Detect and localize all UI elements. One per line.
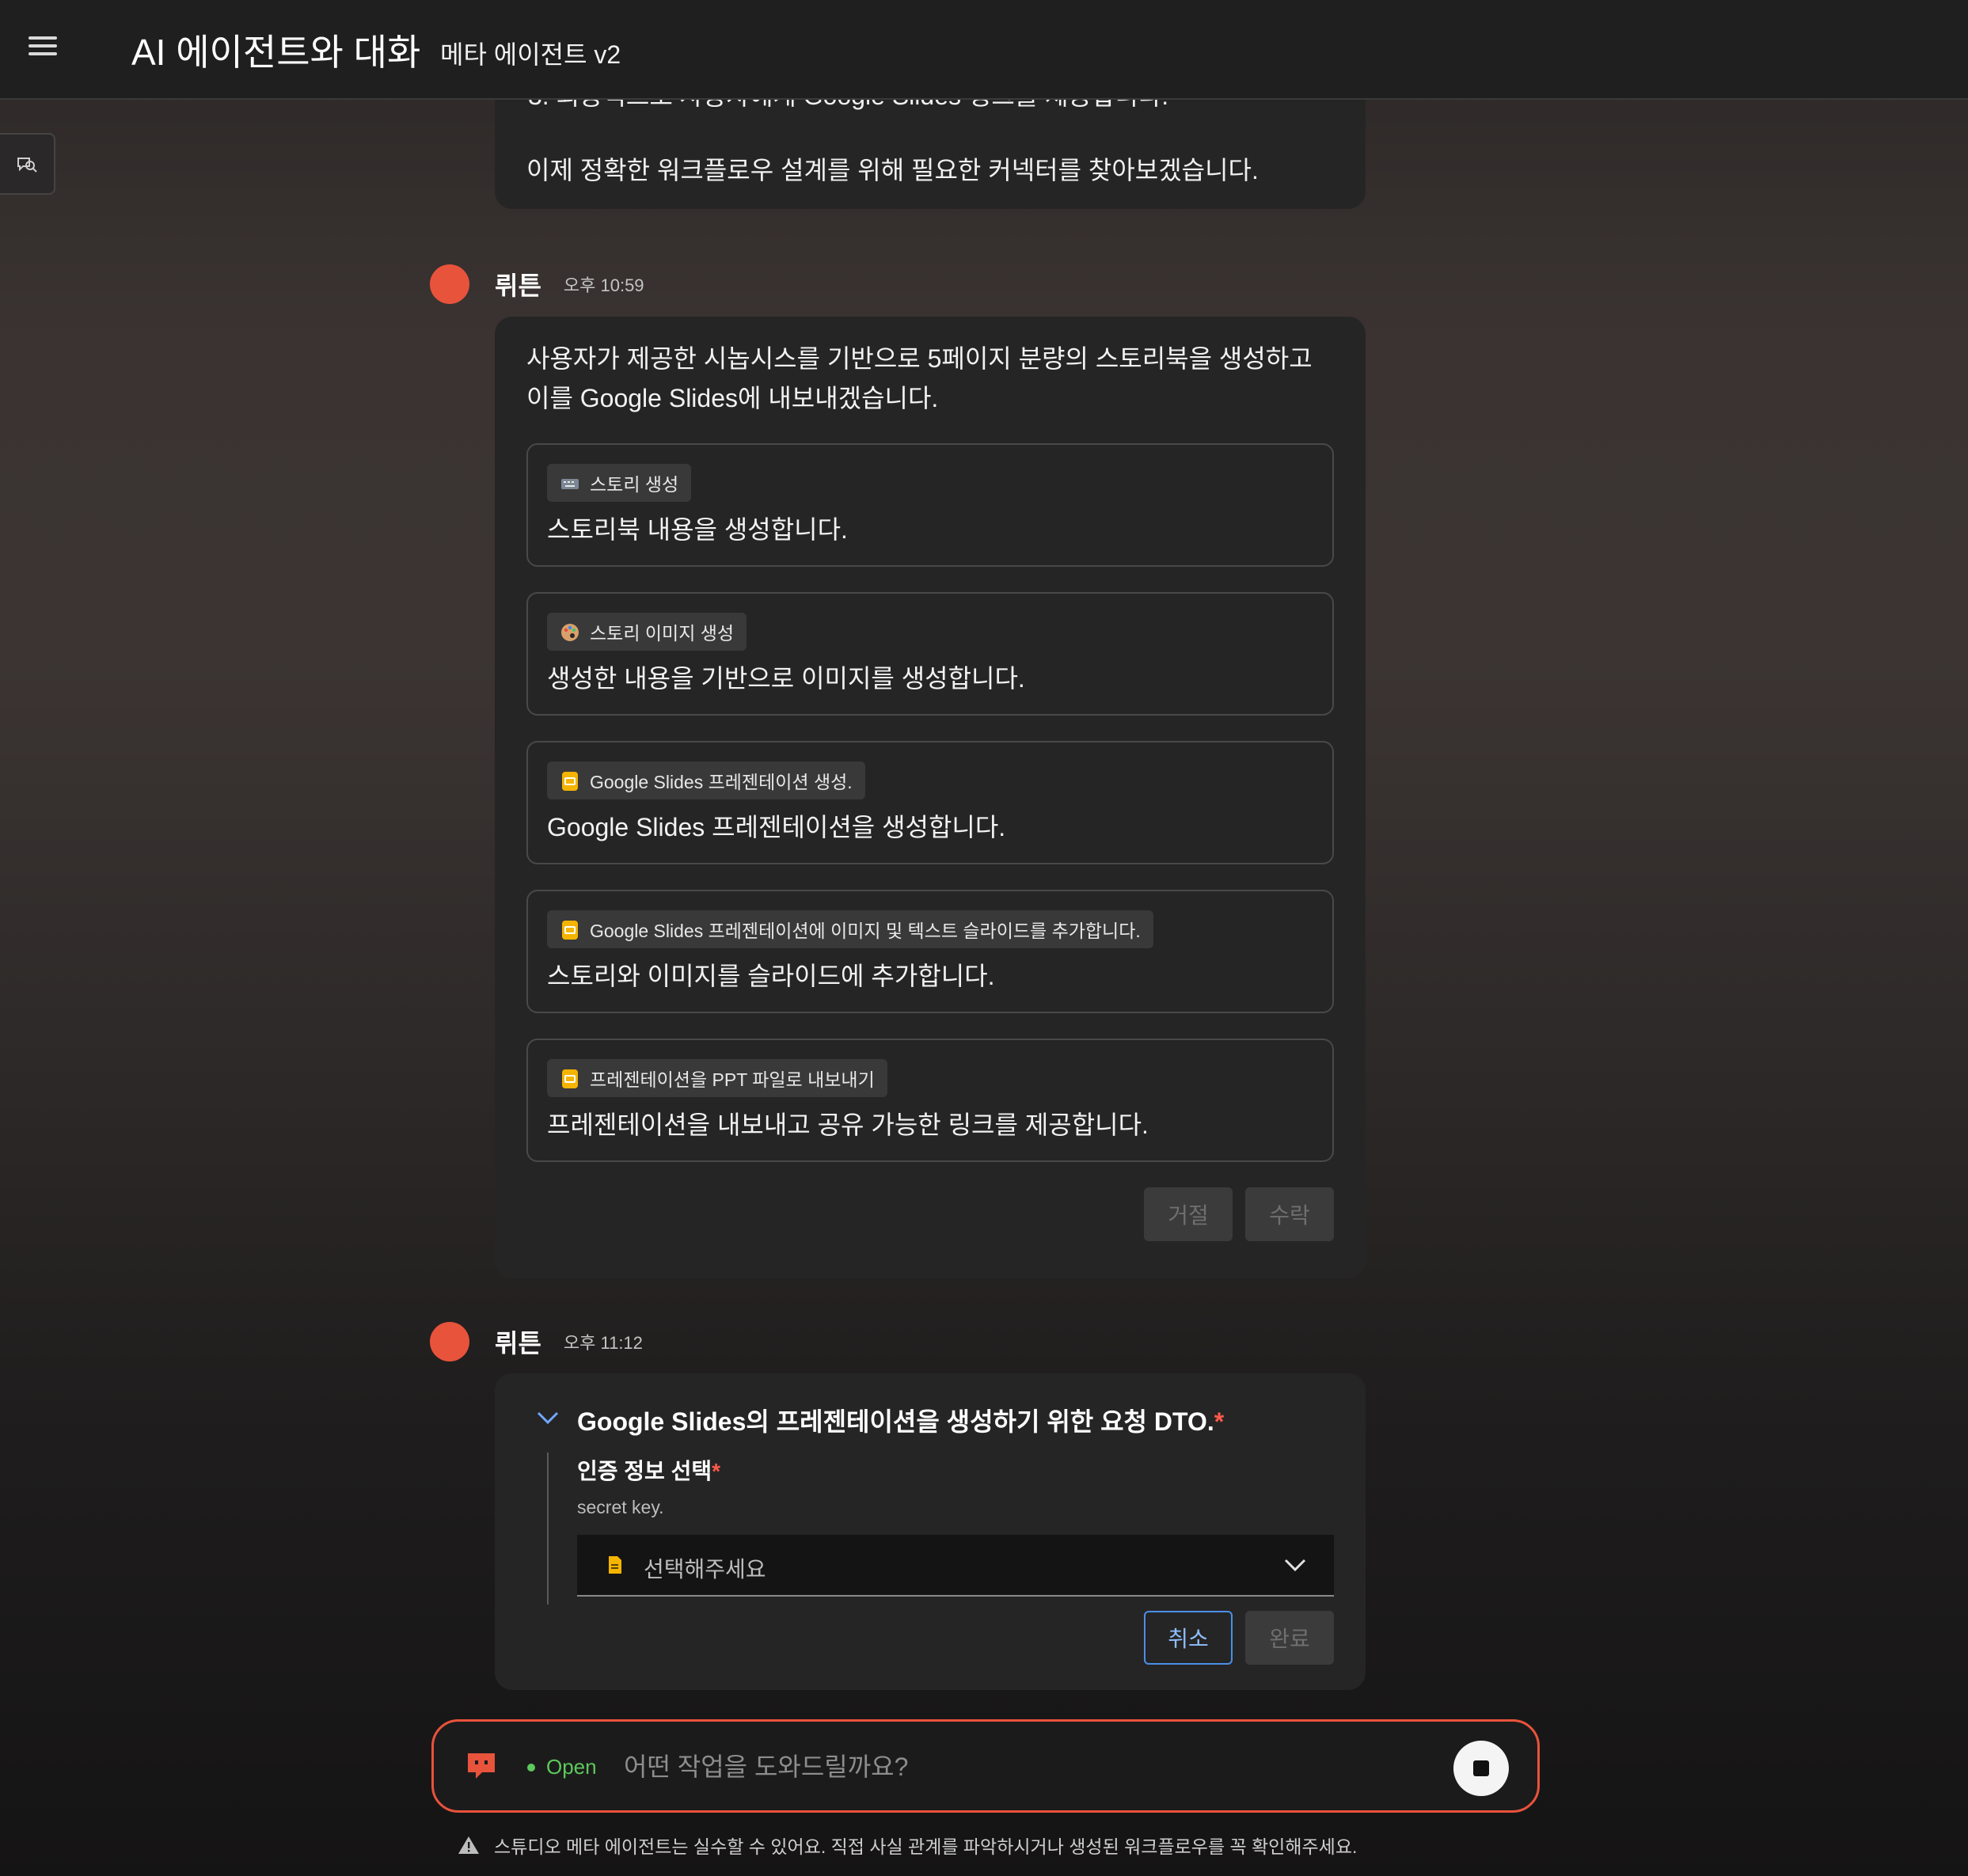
timestamp: 오후 11:12 (563, 1333, 643, 1353)
step-description: 생성한 내용을 기반으로 이미지를 생성합니다. (547, 664, 1025, 693)
chevron-down-icon[interactable] (536, 1410, 560, 1426)
step-tag: Google Slides 프레젠테이션에 이미지 및 텍스트 슬라이드를 추가… (547, 910, 1153, 948)
chevron-down-icon (1284, 1559, 1306, 1572)
warning-icon (458, 1836, 479, 1854)
select-placeholder: 선택해주세요 (644, 1557, 766, 1582)
google-slides-icon (562, 772, 578, 791)
new-chat-button[interactable] (0, 133, 55, 195)
page-title: AI 에이전트와 대화 (131, 32, 421, 73)
sender-name: 뤼튼 (495, 272, 541, 300)
status-badge: Open (527, 1755, 597, 1779)
previous-message-bubble: 3. 최종적으로 사용자에게 Google Slides 링크를 제공합니다. … (495, 87, 1366, 209)
hamburger-menu-icon[interactable] (24, 32, 62, 68)
message-header: 뤼튼 오후 11:12 (430, 1322, 643, 1361)
field-hint: secret key. (577, 1497, 664, 1517)
message-header: 뤼튼 오후 10:59 (430, 264, 644, 304)
chat-input-bar: Open (431, 1719, 1540, 1813)
section-divider (547, 1453, 549, 1604)
step-tag-label: 스토리 생성 (590, 474, 679, 495)
required-mark: * (712, 1459, 721, 1483)
field-label: 인증 정보 선택* (577, 1459, 721, 1483)
cancel-button[interactable]: 취소 (1144, 1611, 1233, 1665)
chat-search-icon (17, 158, 37, 173)
step-description: Google Slides 프레젠테이션을 생성합니다. (547, 813, 1006, 841)
step-tag: 스토리 생성 (547, 464, 692, 502)
document-icon (609, 1556, 621, 1574)
form-actions: 취소 완료 (1144, 1611, 1334, 1665)
stop-button[interactable] (1453, 1741, 1509, 1796)
message-text: 이제 정확한 워크플로우 설계를 위해 필요한 커넥터를 찾아보겠습니다. (526, 156, 1259, 184)
done-button[interactable]: 완료 (1245, 1611, 1334, 1665)
workflow-plan-bubble: 사용자가 제공한 시놉시스를 기반으로 5페이지 분량의 스토리북을 생성하고 … (495, 317, 1366, 1278)
workflow-step: 스토리 이미지 생성 생성한 내용을 기반으로 이미지를 생성합니다. (526, 592, 1334, 716)
step-tag: Google Slides 프레젠테이션 생성. (547, 761, 865, 799)
palette-icon (561, 624, 579, 641)
step-tag-label: Google Slides 프레젠테이션에 이미지 및 텍스트 슬라이드를 추가… (590, 921, 1141, 941)
step-tag: 스토리 이미지 생성 (547, 613, 747, 651)
google-slides-icon (562, 1069, 578, 1088)
reject-button[interactable]: 거절 (1144, 1187, 1233, 1241)
plan-intro-text: 사용자가 제공한 시놉시스를 기반으로 5페이지 분량의 스토리북을 생성하고 … (526, 344, 1313, 412)
plan-actions: 거절 수락 (1144, 1187, 1334, 1241)
top-bar: AI 에이전트와 대화 메타 에이전트 v2 (0, 0, 1968, 100)
step-tag-label: Google Slides 프레젠테이션 생성. (590, 772, 853, 792)
agent-version-label: 메타 에이전트 v2 (440, 40, 621, 69)
chat-input[interactable] (624, 1745, 1415, 1788)
credential-select[interactable]: 선택해주세요 (577, 1535, 1334, 1597)
sender-name: 뤼튼 (495, 1329, 541, 1358)
keyboard-icon (561, 479, 579, 489)
chat-bubble-icon (468, 1753, 495, 1779)
dto-form-bubble: Google Slides의 프레젠테이션을 생성하기 위한 요청 DTO.* … (495, 1373, 1366, 1690)
required-mark: * (1214, 1407, 1225, 1436)
accept-button[interactable]: 수락 (1245, 1187, 1334, 1241)
step-description: 스토리북 내용을 생성합니다. (547, 515, 848, 544)
step-tag: 프레젠테이션을 PPT 파일로 내보내기 (547, 1059, 887, 1097)
workflow-step: Google Slides 프레젠테이션 생성. Google Slides 프… (526, 741, 1334, 864)
stop-icon (1473, 1760, 1489, 1776)
step-description: 스토리와 이미지를 슬라이드에 추가합니다. (547, 962, 995, 990)
step-tag-label: 스토리 이미지 생성 (590, 623, 735, 644)
avatar (430, 1322, 469, 1361)
form-section-title: Google Slides의 프레젠테이션을 생성하기 위한 요청 DTO.* (577, 1407, 1225, 1436)
avatar (430, 264, 469, 304)
disclaimer: 스튜디오 메타 에이전트는 실수할 수 있어요. 직접 사실 관계를 파악하시거… (458, 1832, 1357, 1859)
workflow-step: 스토리 생성 스토리북 내용을 생성합니다. (526, 443, 1334, 567)
step-description: 프레젠테이션을 내보내고 공유 가능한 링크를 제공합니다. (547, 1111, 1149, 1139)
workflow-step: Google Slides 프레젠테이션에 이미지 및 텍스트 슬라이드를 추가… (526, 890, 1334, 1013)
google-slides-icon (562, 921, 578, 940)
workflow-step: 프레젠테이션을 PPT 파일로 내보내기 프레젠테이션을 내보내고 공유 가능한… (526, 1039, 1334, 1162)
step-tag-label: 프레젠테이션을 PPT 파일로 내보내기 (590, 1069, 875, 1090)
timestamp: 오후 10:59 (563, 275, 644, 295)
